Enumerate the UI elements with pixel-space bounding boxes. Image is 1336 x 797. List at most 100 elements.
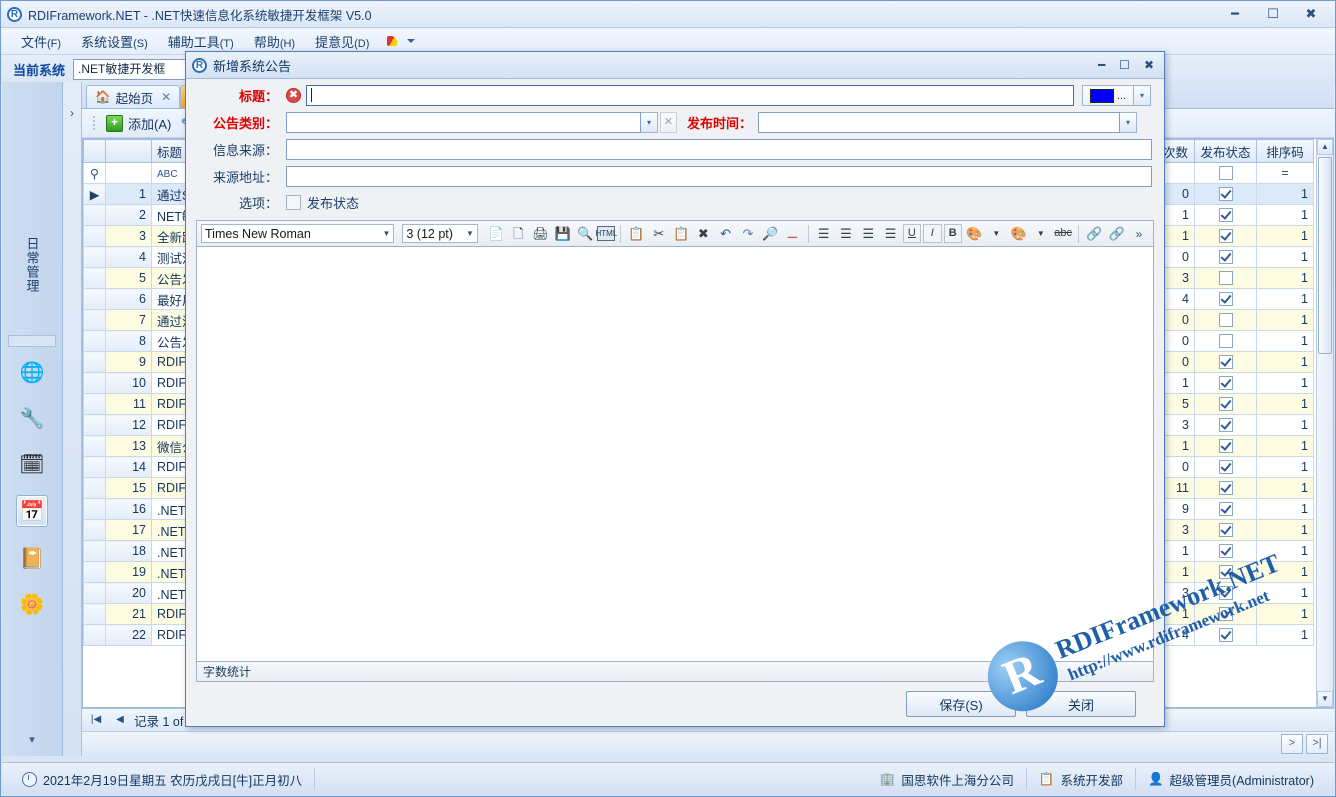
cell-published[interactable] [1195, 268, 1257, 289]
hyperlink-icon[interactable]: 🔗 [1084, 223, 1104, 244]
cell-published[interactable] [1195, 394, 1257, 415]
checkbox-icon[interactable] [1219, 565, 1233, 579]
nav-prev-button[interactable]: ◀ [110, 711, 130, 730]
checkbox-icon[interactable] [1219, 166, 1233, 180]
align-left-icon[interactable]: ☰ [814, 223, 834, 244]
font-color-icon[interactable]: 🎨 [1008, 223, 1028, 244]
checkbox-icon[interactable] [1219, 418, 1233, 432]
publish-time-input[interactable] [758, 112, 1120, 133]
checkbox-icon[interactable] [1219, 544, 1233, 558]
new-document-icon[interactable]: 📄 [486, 223, 506, 244]
italic-icon[interactable]: I [923, 224, 941, 243]
sidebar-item-network[interactable]: 🌐 [17, 357, 47, 387]
menu-feedback[interactable]: 提意见(D) [305, 29, 379, 54]
save-button[interactable]: 保存(S) [906, 691, 1016, 717]
align-center-icon[interactable]: ☰ [858, 223, 878, 244]
publish-time-dropdown-arrow[interactable]: ▾ [1120, 112, 1137, 133]
sidebar-item-calendar[interactable]: 📅 [16, 495, 48, 527]
cell-published[interactable] [1195, 583, 1257, 604]
underline-icon[interactable]: U [903, 224, 921, 243]
cell-published[interactable] [1195, 520, 1257, 541]
grid-header-sort[interactable]: 排序码 [1257, 140, 1314, 163]
find-icon[interactable]: 🔎 [760, 223, 780, 244]
toolbar-overflow-icon[interactable]: » [1129, 223, 1149, 244]
checkbox-icon[interactable] [1219, 502, 1233, 516]
category-dropdown-arrow[interactable]: ▾ [641, 112, 658, 133]
menu-tools[interactable]: 辅助工具(T) [158, 29, 244, 54]
current-system-select[interactable]: .NET敏捷开发框 [73, 59, 203, 80]
close-icon[interactable]: ✕ [161, 90, 171, 104]
redo-icon[interactable]: ↷ [738, 223, 758, 244]
delete-icon[interactable]: ✖ [693, 223, 713, 244]
publish-state-checkbox[interactable]: 发布状态 [286, 193, 359, 212]
menu-file[interactable]: 文件(F) [11, 29, 71, 54]
cell-published[interactable] [1195, 499, 1257, 520]
cell-published[interactable] [1195, 436, 1257, 457]
checkbox-icon[interactable] [1219, 460, 1233, 474]
checkbox-icon[interactable] [1219, 313, 1233, 327]
editor-content-area[interactable] [196, 246, 1154, 662]
checkbox-icon[interactable] [1219, 292, 1233, 306]
dialog-minimize-icon[interactable]: ━ [1098, 58, 1105, 72]
info-source-input[interactable] [286, 139, 1152, 160]
close-icon[interactable]: ✖ [1299, 5, 1323, 23]
cell-published[interactable] [1195, 415, 1257, 436]
bold-icon[interactable]: B [944, 224, 962, 243]
color-picker-button[interactable]: ... [1082, 85, 1134, 106]
grid-header-rowno[interactable] [106, 140, 152, 163]
checkbox-icon[interactable] [1219, 334, 1233, 348]
cell-published[interactable] [1195, 205, 1257, 226]
checkbox-icon[interactable] [1219, 208, 1233, 222]
sidebar-item-flower[interactable]: 🌼 [17, 589, 47, 619]
align-right-icon[interactable]: ☰ [880, 223, 900, 244]
dialog-maximize-icon[interactable]: ☐ [1119, 58, 1130, 72]
grid-vertical-scrollbar[interactable]: ▲ ▼ [1316, 139, 1333, 707]
maximize-icon[interactable]: ☐ [1261, 5, 1285, 23]
sidebar-item-notebook[interactable]: 📔 [17, 543, 47, 573]
cell-published[interactable] [1195, 289, 1257, 310]
chevron-down-icon[interactable]: ▼ [1031, 223, 1051, 244]
cell-published[interactable] [1195, 331, 1257, 352]
checkbox-icon[interactable] [1219, 376, 1233, 390]
page-last-button[interactable]: >| [1306, 734, 1328, 754]
find-replace-icon[interactable]: 🔍 [575, 223, 595, 244]
font-size-select[interactable]: 3 (12 pt) ▼ [402, 224, 478, 243]
cell-published[interactable] [1195, 562, 1257, 583]
checkbox-icon[interactable] [1219, 607, 1233, 621]
menu-system-settings[interactable]: 系统设置(S) [71, 29, 158, 54]
cell-published[interactable] [1195, 541, 1257, 562]
checkbox-icon[interactable] [1219, 628, 1233, 642]
checkbox-icon[interactable] [1219, 523, 1233, 537]
filter-published[interactable] [1195, 163, 1257, 184]
checkbox-icon[interactable] [1219, 187, 1233, 201]
checkbox-icon[interactable] [1219, 397, 1233, 411]
close-button[interactable]: 关闭 [1026, 691, 1136, 717]
save-icon[interactable]: 💾 [553, 223, 573, 244]
checkbox-icon[interactable] [1219, 229, 1233, 243]
source-url-input[interactable] [286, 166, 1152, 187]
cell-published[interactable] [1195, 184, 1257, 205]
cell-published[interactable] [1195, 310, 1257, 331]
scroll-thumb[interactable] [1318, 157, 1332, 354]
checkbox-icon[interactable] [1219, 586, 1233, 600]
html-source-icon[interactable]: HTML [597, 226, 615, 241]
color-dropdown-arrow[interactable]: ▾ [1134, 85, 1151, 106]
panel-expander[interactable]: › [63, 82, 82, 756]
checkbox-icon[interactable] [1219, 439, 1233, 453]
text-highlight-icon[interactable]: 🎨 [964, 223, 984, 244]
drag-handle[interactable] [92, 115, 96, 131]
filter-sort[interactable]: = [1257, 163, 1314, 184]
dialog-close-icon[interactable]: ✖ [1144, 58, 1154, 72]
font-family-select[interactable]: Times New Roman ▼ [201, 224, 394, 243]
checkbox-icon[interactable] [1219, 481, 1233, 495]
tab-start-page[interactable]: 🏠 起始页 ✕ [86, 85, 180, 108]
sidebar-item-web[interactable]: 🗓 [17, 449, 47, 479]
flag-icon[interactable] [387, 35, 401, 47]
minimize-icon[interactable]: ━ [1223, 5, 1247, 23]
cut-icon[interactable]: ✂ [649, 223, 669, 244]
cell-published[interactable] [1195, 604, 1257, 625]
grid-header-published[interactable]: 发布状态 [1195, 140, 1257, 163]
sidebar-item-tools[interactable]: 🔧 [17, 403, 47, 433]
checkbox-icon[interactable] [1219, 271, 1233, 285]
cell-published[interactable] [1195, 373, 1257, 394]
